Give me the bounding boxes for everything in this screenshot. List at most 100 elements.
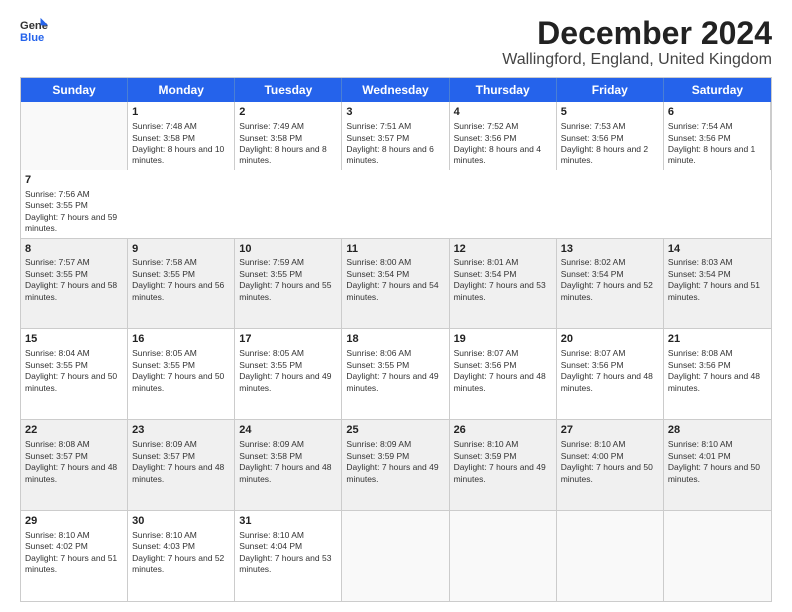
- cal-cell: [664, 511, 771, 601]
- day-number: 25: [346, 423, 444, 438]
- cell-info: Sunrise: 8:05 AM Sunset: 3:55 PM Dayligh…: [239, 348, 337, 394]
- cal-row-1: 8Sunrise: 7:57 AM Sunset: 3:55 PM Daylig…: [21, 239, 771, 330]
- cal-cell: 31Sunrise: 8:10 AM Sunset: 4:04 PM Dayli…: [235, 511, 342, 601]
- cal-cell: 13Sunrise: 8:02 AM Sunset: 3:54 PM Dayli…: [557, 239, 664, 329]
- cal-row-2: 15Sunrise: 8:04 AM Sunset: 3:55 PM Dayli…: [21, 329, 771, 420]
- day-number: 12: [454, 242, 552, 257]
- cal-cell: 29Sunrise: 8:10 AM Sunset: 4:02 PM Dayli…: [21, 511, 128, 601]
- day-number: 9: [132, 242, 230, 257]
- cell-info: Sunrise: 8:06 AM Sunset: 3:55 PM Dayligh…: [346, 348, 444, 394]
- day-number: 21: [668, 332, 767, 347]
- day-number: 7: [25, 173, 124, 188]
- cal-cell: 15Sunrise: 8:04 AM Sunset: 3:55 PM Dayli…: [21, 329, 128, 419]
- day-number: 22: [25, 423, 123, 438]
- header-thursday: Thursday: [450, 78, 557, 102]
- cell-info: Sunrise: 7:53 AM Sunset: 3:56 PM Dayligh…: [561, 121, 659, 167]
- cal-cell: 3Sunrise: 7:51 AM Sunset: 3:57 PM Daylig…: [342, 102, 449, 170]
- header: General Blue December 2024 Wallingford, …: [20, 16, 772, 69]
- cal-cell: 22Sunrise: 8:08 AM Sunset: 3:57 PM Dayli…: [21, 420, 128, 510]
- day-number: 16: [132, 332, 230, 347]
- main-title: December 2024: [502, 16, 772, 51]
- cell-info: Sunrise: 8:00 AM Sunset: 3:54 PM Dayligh…: [346, 257, 444, 303]
- cell-info: Sunrise: 8:09 AM Sunset: 3:57 PM Dayligh…: [132, 439, 230, 485]
- svg-text:Blue: Blue: [20, 32, 44, 44]
- cal-cell: 11Sunrise: 8:00 AM Sunset: 3:54 PM Dayli…: [342, 239, 449, 329]
- cal-cell: 27Sunrise: 8:10 AM Sunset: 4:00 PM Dayli…: [557, 420, 664, 510]
- cell-info: Sunrise: 7:59 AM Sunset: 3:55 PM Dayligh…: [239, 257, 337, 303]
- cal-cell: 12Sunrise: 8:01 AM Sunset: 3:54 PM Dayli…: [450, 239, 557, 329]
- cal-cell: [342, 511, 449, 601]
- cal-cell: 16Sunrise: 8:05 AM Sunset: 3:55 PM Dayli…: [128, 329, 235, 419]
- day-number: 5: [561, 105, 659, 120]
- cal-cell: 25Sunrise: 8:09 AM Sunset: 3:59 PM Dayli…: [342, 420, 449, 510]
- cell-info: Sunrise: 8:10 AM Sunset: 4:02 PM Dayligh…: [25, 530, 123, 576]
- cal-cell: 23Sunrise: 8:09 AM Sunset: 3:57 PM Dayli…: [128, 420, 235, 510]
- cell-info: Sunrise: 8:05 AM Sunset: 3:55 PM Dayligh…: [132, 348, 230, 394]
- cell-info: Sunrise: 8:07 AM Sunset: 3:56 PM Dayligh…: [454, 348, 552, 394]
- cal-cell: 2Sunrise: 7:49 AM Sunset: 3:58 PM Daylig…: [235, 102, 342, 170]
- cell-info: Sunrise: 7:49 AM Sunset: 3:58 PM Dayligh…: [239, 121, 337, 167]
- cell-info: Sunrise: 7:56 AM Sunset: 3:55 PM Dayligh…: [25, 189, 124, 235]
- cell-info: Sunrise: 7:58 AM Sunset: 3:55 PM Dayligh…: [132, 257, 230, 303]
- header-tuesday: Tuesday: [235, 78, 342, 102]
- cell-info: Sunrise: 8:08 AM Sunset: 3:56 PM Dayligh…: [668, 348, 767, 394]
- day-number: 4: [454, 105, 552, 120]
- header-wednesday: Wednesday: [342, 78, 449, 102]
- day-number: 10: [239, 242, 337, 257]
- cal-cell: 28Sunrise: 8:10 AM Sunset: 4:01 PM Dayli…: [664, 420, 771, 510]
- cell-info: Sunrise: 8:10 AM Sunset: 4:03 PM Dayligh…: [132, 530, 230, 576]
- page: General Blue December 2024 Wallingford, …: [0, 0, 792, 612]
- day-number: 3: [346, 105, 444, 120]
- header-saturday: Saturday: [664, 78, 771, 102]
- cal-cell: 7Sunrise: 7:56 AM Sunset: 3:55 PM Daylig…: [21, 170, 128, 238]
- day-number: 14: [668, 242, 767, 257]
- cell-info: Sunrise: 7:52 AM Sunset: 3:56 PM Dayligh…: [454, 121, 552, 167]
- day-number: 6: [668, 105, 766, 120]
- cell-info: Sunrise: 7:57 AM Sunset: 3:55 PM Dayligh…: [25, 257, 123, 303]
- cal-cell: [557, 511, 664, 601]
- day-number: 11: [346, 242, 444, 257]
- cal-cell: 19Sunrise: 8:07 AM Sunset: 3:56 PM Dayli…: [450, 329, 557, 419]
- calendar-header: Sunday Monday Tuesday Wednesday Thursday…: [21, 78, 771, 102]
- cal-cell: 4Sunrise: 7:52 AM Sunset: 3:56 PM Daylig…: [450, 102, 557, 170]
- calendar: Sunday Monday Tuesday Wednesday Thursday…: [20, 77, 772, 602]
- cal-row-3: 22Sunrise: 8:08 AM Sunset: 3:57 PM Dayli…: [21, 420, 771, 511]
- cal-row-0: 1Sunrise: 7:48 AM Sunset: 3:58 PM Daylig…: [21, 102, 771, 238]
- cal-cell: 21Sunrise: 8:08 AM Sunset: 3:56 PM Dayli…: [664, 329, 771, 419]
- cell-info: Sunrise: 8:10 AM Sunset: 4:01 PM Dayligh…: [668, 439, 767, 485]
- cell-info: Sunrise: 8:09 AM Sunset: 3:59 PM Dayligh…: [346, 439, 444, 485]
- cell-info: Sunrise: 8:10 AM Sunset: 3:59 PM Dayligh…: [454, 439, 552, 485]
- day-number: 26: [454, 423, 552, 438]
- cell-info: Sunrise: 8:10 AM Sunset: 4:00 PM Dayligh…: [561, 439, 659, 485]
- day-number: 23: [132, 423, 230, 438]
- cell-info: Sunrise: 8:04 AM Sunset: 3:55 PM Dayligh…: [25, 348, 123, 394]
- header-friday: Friday: [557, 78, 664, 102]
- cell-info: Sunrise: 8:09 AM Sunset: 3:58 PM Dayligh…: [239, 439, 337, 485]
- cal-cell: 1Sunrise: 7:48 AM Sunset: 3:58 PM Daylig…: [128, 102, 235, 170]
- cell-info: Sunrise: 8:02 AM Sunset: 3:54 PM Dayligh…: [561, 257, 659, 303]
- day-number: 28: [668, 423, 767, 438]
- day-number: 30: [132, 514, 230, 529]
- day-number: 18: [346, 332, 444, 347]
- cal-cell: 30Sunrise: 8:10 AM Sunset: 4:03 PM Dayli…: [128, 511, 235, 601]
- cal-cell: 20Sunrise: 8:07 AM Sunset: 3:56 PM Dayli…: [557, 329, 664, 419]
- cal-cell: 10Sunrise: 7:59 AM Sunset: 3:55 PM Dayli…: [235, 239, 342, 329]
- day-number: 20: [561, 332, 659, 347]
- cell-info: Sunrise: 7:54 AM Sunset: 3:56 PM Dayligh…: [668, 121, 766, 167]
- subtitle: Wallingford, England, United Kingdom: [502, 51, 772, 69]
- day-number: 17: [239, 332, 337, 347]
- cal-cell: 18Sunrise: 8:06 AM Sunset: 3:55 PM Dayli…: [342, 329, 449, 419]
- cal-cell: 5Sunrise: 7:53 AM Sunset: 3:56 PM Daylig…: [557, 102, 664, 170]
- cell-info: Sunrise: 8:10 AM Sunset: 4:04 PM Dayligh…: [239, 530, 337, 576]
- header-monday: Monday: [128, 78, 235, 102]
- cal-cell: 9Sunrise: 7:58 AM Sunset: 3:55 PM Daylig…: [128, 239, 235, 329]
- cell-info: Sunrise: 8:03 AM Sunset: 3:54 PM Dayligh…: [668, 257, 767, 303]
- cell-info: Sunrise: 7:51 AM Sunset: 3:57 PM Dayligh…: [346, 121, 444, 167]
- day-number: 1: [132, 105, 230, 120]
- cal-cell: [450, 511, 557, 601]
- title-area: December 2024 Wallingford, England, Unit…: [502, 16, 772, 69]
- day-number: 19: [454, 332, 552, 347]
- cal-cell: 24Sunrise: 8:09 AM Sunset: 3:58 PM Dayli…: [235, 420, 342, 510]
- cal-cell: 17Sunrise: 8:05 AM Sunset: 3:55 PM Dayli…: [235, 329, 342, 419]
- cal-row-4: 29Sunrise: 8:10 AM Sunset: 4:02 PM Dayli…: [21, 511, 771, 601]
